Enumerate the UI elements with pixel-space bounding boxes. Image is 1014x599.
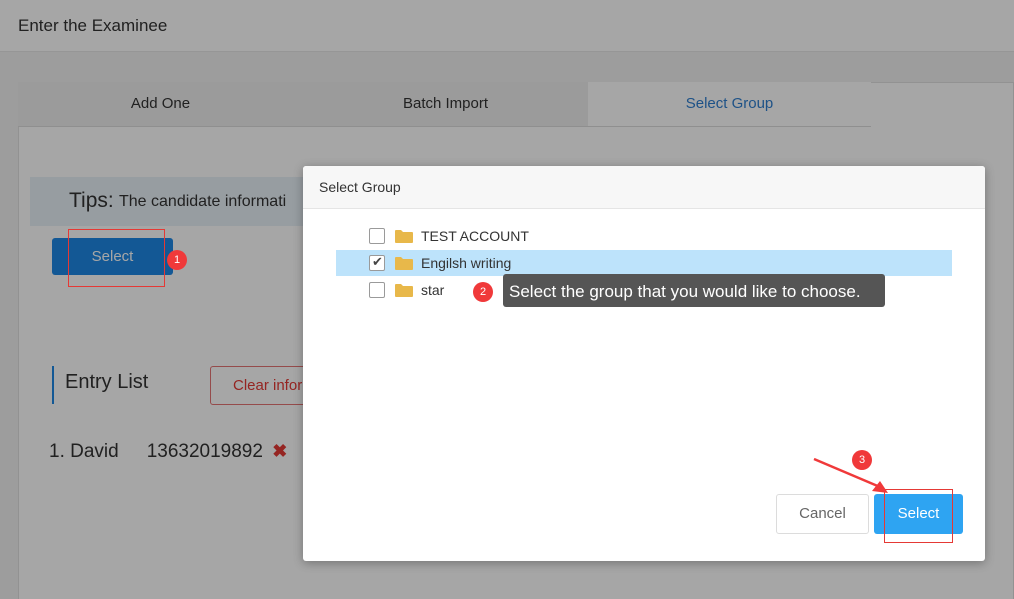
checkbox[interactable] xyxy=(369,228,385,244)
dialog-title: Select Group xyxy=(319,179,401,195)
highlight-box xyxy=(68,229,165,287)
folder-icon xyxy=(395,230,413,243)
tooltip-text: Select the group that you would like to … xyxy=(509,282,861,301)
step-badge: 2 xyxy=(473,282,493,302)
select-group-dialog: Select Group TEST ACCOUNT ✔ Engilsh writ… xyxy=(303,166,985,561)
checkbox[interactable]: ✔ xyxy=(369,254,385,271)
tooltip: Select the group that you would like to … xyxy=(503,274,885,307)
cancel-button[interactable]: Cancel xyxy=(776,494,869,534)
folder-icon xyxy=(395,257,413,270)
tree-item-label: Engilsh writing xyxy=(421,255,512,271)
folder-icon xyxy=(395,284,413,297)
dialog-header: Select Group xyxy=(303,166,985,209)
annotation-arrow-icon xyxy=(813,457,888,493)
tree-item-label: star xyxy=(421,282,445,298)
step-badge: 1 xyxy=(167,250,187,270)
checkmark-icon: ✔ xyxy=(372,254,383,269)
tree-item-test-account[interactable]: TEST ACCOUNT xyxy=(336,223,952,249)
checkbox[interactable] xyxy=(369,282,385,298)
tree-item-english-writing[interactable]: ✔ Engilsh writing xyxy=(336,250,952,276)
tree-item-label: TEST ACCOUNT xyxy=(421,228,529,244)
